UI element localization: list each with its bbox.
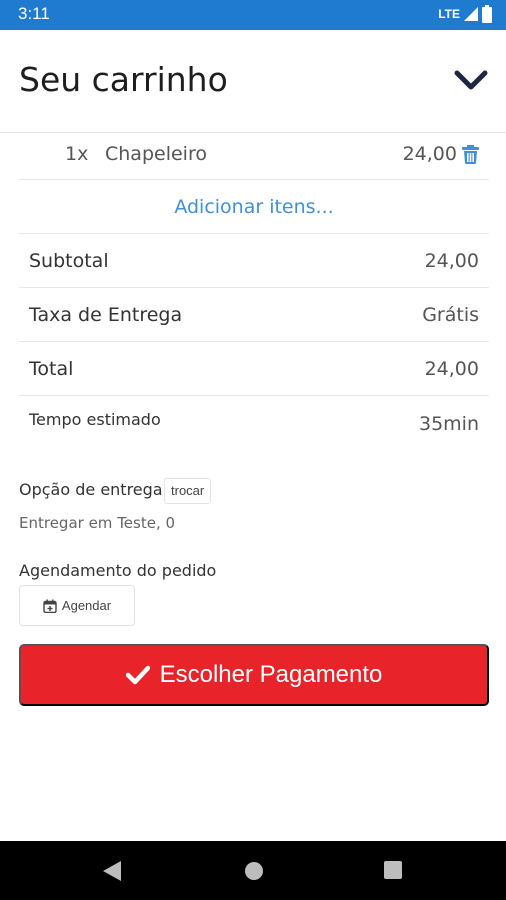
estimated-time-value: 35min: [418, 413, 479, 435]
schedule-button[interactable]: Agendar: [19, 585, 135, 626]
calendar-icon: [43, 599, 57, 613]
subtotal-value: 24,00: [424, 250, 479, 272]
choose-payment-button[interactable]: Escolher Pagamento: [19, 644, 489, 706]
delivery-option-label: Opção de entrega: [19, 480, 163, 499]
network-label: LTE: [438, 7, 460, 21]
battery-icon: [482, 5, 492, 23]
add-items-row: Adicionar itens...: [19, 180, 489, 234]
cart-item-row: 1x Chapeleiro 24,00: [19, 133, 489, 180]
recents-icon[interactable]: [384, 861, 402, 879]
delivery-address: Entregar em Teste, 0: [19, 514, 176, 532]
estimated-time-label: Tempo estimado: [29, 410, 161, 429]
total-row: Total 24,00: [19, 342, 489, 396]
change-delivery-button[interactable]: trocar: [164, 478, 212, 504]
item-price: 24,00: [402, 143, 457, 165]
home-icon[interactable]: [244, 861, 264, 881]
item-name: Chapeleiro: [105, 143, 207, 165]
delivery-fee-value: Grátis: [422, 304, 479, 326]
status-icons: LTE: [438, 5, 492, 23]
subtotal-label: Subtotal: [29, 250, 109, 272]
subtotal-row: Subtotal 24,00: [19, 234, 489, 288]
status-bar: 3:11 LTE: [0, 0, 506, 30]
chevron-down-icon[interactable]: [454, 70, 488, 92]
add-items-link[interactable]: Adicionar itens...: [174, 196, 333, 218]
signal-icon: [464, 7, 478, 21]
check-icon: [125, 665, 150, 685]
choose-payment-label: Escolher Pagamento: [159, 661, 383, 688]
total-label: Total: [29, 358, 74, 380]
cart-header: Seu carrinho: [0, 30, 506, 133]
delivery-fee-label: Taxa de Entrega: [29, 304, 183, 326]
total-value: 24,00: [424, 358, 479, 380]
delivery-fee-row: Taxa de Entrega Grátis: [19, 288, 489, 342]
back-icon[interactable]: [103, 861, 121, 881]
schedule-button-label: Agendar: [61, 598, 112, 613]
estimated-time-row: Tempo estimado 35min: [19, 396, 489, 451]
trash-icon[interactable]: [462, 145, 479, 164]
item-quantity: 1x: [65, 143, 89, 165]
status-time: 3:11: [18, 4, 50, 23]
schedule-label: Agendamento do pedido: [19, 561, 217, 580]
android-nav-bar: [0, 841, 506, 900]
page-title: Seu carrinho: [19, 60, 228, 99]
